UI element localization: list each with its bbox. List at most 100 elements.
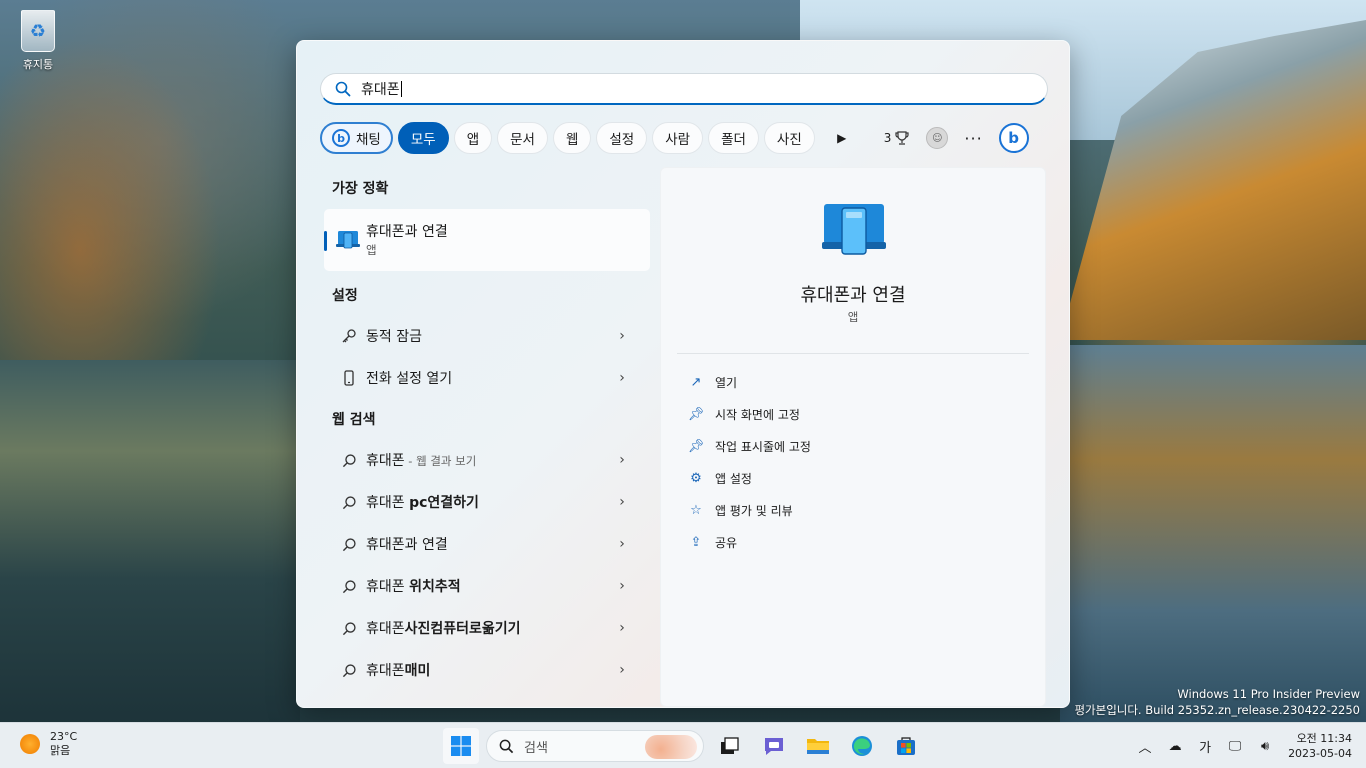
web-result-query: 휴대폰 bbox=[366, 537, 405, 553]
filter-folders[interactable]: 폴더 bbox=[708, 122, 759, 154]
user-avatar[interactable]: ☺ bbox=[926, 127, 949, 149]
action-app-settings[interactable]: ⚙ 앱 설정 bbox=[687, 466, 752, 490]
weather-widget[interactable]: 23°C 맑음 bbox=[20, 730, 77, 758]
chevron-right-icon[interactable]: › bbox=[612, 494, 632, 510]
onedrive-cloud-icon[interactable]: ☁ bbox=[1160, 739, 1190, 754]
web-result-suggestion: 과 연결 bbox=[404, 537, 448, 553]
clock[interactable]: 오전 11:34 2023-05-04 bbox=[1288, 731, 1352, 761]
recycle-bin-shortcut[interactable]: ♻ 휴지통 bbox=[12, 8, 64, 72]
clock-date: 2023-05-04 bbox=[1288, 747, 1352, 760]
teams-chat-button[interactable] bbox=[756, 728, 792, 764]
file-explorer-button[interactable] bbox=[800, 728, 836, 764]
sun-icon bbox=[20, 734, 40, 754]
chevron-right-icon[interactable]: › bbox=[612, 536, 632, 552]
bing-chat-icon: b bbox=[332, 129, 350, 147]
action-label: 시작 화면에 고정 bbox=[715, 407, 800, 422]
action-pin-start[interactable]: 📌︎ 시작 화면에 고정 bbox=[687, 402, 800, 426]
search-icon bbox=[338, 537, 360, 552]
web-result-hint: - 웹 결과 보기 bbox=[404, 454, 477, 468]
rewards-points[interactable]: 3 bbox=[884, 130, 911, 146]
more-filters-play-icon[interactable]: ▶ bbox=[830, 126, 854, 150]
preview-divider bbox=[677, 353, 1029, 354]
ime-indicator[interactable]: 가 bbox=[1190, 737, 1220, 756]
bing-button-icon[interactable]: b bbox=[998, 123, 1029, 153]
web-result-suggestion: 매미 bbox=[404, 663, 431, 679]
web-result[interactable]: 휴대폰 pc연결하기 › bbox=[324, 483, 650, 521]
start-button[interactable] bbox=[443, 728, 479, 764]
chevron-up-icon[interactable]: ︿ bbox=[1130, 737, 1160, 756]
network-icon[interactable]: 🖵︎ bbox=[1220, 739, 1250, 754]
best-match-result[interactable]: 휴대폰과 연결 앱 bbox=[324, 209, 650, 271]
chevron-right-icon[interactable]: › bbox=[612, 662, 632, 678]
filter-photos[interactable]: 사진 bbox=[763, 122, 815, 154]
action-open[interactable]: ↗ 열기 bbox=[687, 370, 738, 394]
taskbar-search-box[interactable]: 검색 bbox=[486, 730, 704, 762]
preview-title: 휴대폰과 연결 bbox=[800, 285, 906, 306]
key-icon bbox=[338, 328, 360, 344]
action-share[interactable]: ⇪ 공유 bbox=[687, 530, 738, 554]
build-watermark: Windows 11 Pro Insider Preview 평가본입니다. B… bbox=[1074, 686, 1360, 718]
teams-chat-icon bbox=[765, 738, 783, 755]
web-result[interactable]: 휴대폰사진컴퓨터로옮기기 › bbox=[324, 609, 650, 647]
chevron-right-icon[interactable]: › bbox=[612, 328, 632, 344]
trophy-icon bbox=[895, 131, 909, 145]
filter-all[interactable]: 모두 bbox=[397, 122, 449, 154]
system-tray: ︿ ☁ 가 🖵︎ 🔊︎ 오전 11:34 2023-05-04 bbox=[1130, 723, 1366, 768]
web-search-heading: 웹 검색 bbox=[332, 412, 376, 428]
chevron-right-icon[interactable]: › bbox=[612, 620, 632, 636]
edge-icon bbox=[852, 736, 872, 756]
phone-link-app-icon bbox=[336, 231, 360, 249]
action-rate-review[interactable]: ☆ 앱 평가 및 리뷰 bbox=[687, 498, 793, 522]
wallpaper-lake-right bbox=[1060, 345, 1366, 725]
search-panel: 휴대폰 b 채팅 모두 앱 문서 웹 설정 사람 폴더 사진 ▶ 3 ☺ ···… bbox=[296, 40, 1070, 708]
filter-apps[interactable]: 앱 bbox=[453, 122, 493, 154]
task-view-button[interactable] bbox=[712, 728, 748, 764]
wallpaper-lake-left bbox=[0, 360, 300, 725]
web-result-query: 휴대폰 bbox=[366, 621, 405, 637]
web-result[interactable]: 휴대폰 위치추적 › bbox=[324, 567, 650, 605]
web-result[interactable]: 휴대폰매미 › bbox=[324, 651, 650, 689]
settings-result-phone[interactable]: 전화 설정 열기 › bbox=[324, 359, 650, 397]
recycle-bin-icon: ♻ bbox=[21, 10, 55, 52]
web-result-query: 휴대폰 bbox=[366, 579, 410, 595]
weather-temperature: 23°C bbox=[50, 730, 78, 743]
search-icon bbox=[338, 579, 360, 594]
web-result[interactable]: 휴대폰 - 웹 결과 보기 › bbox=[324, 441, 650, 479]
search-icon bbox=[338, 621, 360, 636]
web-result-suggestion: 사진컴퓨터로옮기기 bbox=[404, 621, 521, 637]
settings-result-dynamic-lock[interactable]: 동적 잠금 › bbox=[324, 317, 650, 355]
web-result-query: 휴대폰 bbox=[366, 495, 410, 511]
search-highlight-image bbox=[645, 735, 697, 759]
microsoft-store-button[interactable] bbox=[888, 728, 924, 764]
store-icon bbox=[897, 737, 915, 755]
settings-heading: 설정 bbox=[332, 288, 358, 304]
selection-indicator bbox=[324, 231, 327, 251]
filter-people[interactable]: 사람 bbox=[652, 122, 704, 154]
action-label: 작업 표시줄에 고정 bbox=[715, 439, 811, 454]
web-result-suggestion: pc연결하기 bbox=[409, 495, 479, 511]
clock-time: 오전 11:34 bbox=[1296, 732, 1352, 745]
chevron-right-icon[interactable]: › bbox=[612, 578, 632, 594]
volume-icon[interactable]: 🔊︎ bbox=[1250, 739, 1280, 754]
search-input[interactable]: 휴대폰 bbox=[320, 73, 1048, 105]
chevron-right-icon[interactable]: › bbox=[612, 452, 632, 468]
web-result[interactable]: 휴대폰과 연결 › bbox=[324, 525, 650, 563]
pin-icon: 📌︎ bbox=[687, 438, 705, 454]
action-pin-taskbar[interactable]: 📌︎ 작업 표시줄에 고정 bbox=[687, 434, 811, 458]
filter-settings[interactable]: 설정 bbox=[596, 122, 648, 154]
chevron-right-icon[interactable]: › bbox=[612, 370, 632, 386]
filter-web[interactable]: 웹 bbox=[552, 122, 592, 154]
search-filter-bar: b 채팅 모두 앱 문서 웹 설정 사람 폴더 사진 ▶ 3 ☺ ··· b bbox=[320, 121, 1048, 155]
web-result-suggestion: 위치추적 bbox=[409, 579, 461, 595]
settings-result-label: 동적 잠금 bbox=[366, 329, 422, 345]
phone-icon bbox=[338, 370, 360, 386]
edge-browser-button[interactable] bbox=[844, 728, 880, 764]
pin-icon: 📌︎ bbox=[687, 406, 705, 422]
watermark-line-2: 평가본입니다. Build 25352.zn_release.230422-22… bbox=[1074, 703, 1360, 717]
filter-documents[interactable]: 문서 bbox=[497, 122, 548, 154]
filter-chat-button[interactable]: b 채팅 bbox=[320, 122, 393, 154]
more-options-icon[interactable]: ··· bbox=[964, 129, 982, 148]
recycle-bin-label: 휴지통 bbox=[22, 58, 54, 71]
rewards-points-value: 3 bbox=[883, 131, 892, 145]
web-result-query: 휴대폰 bbox=[366, 663, 405, 679]
